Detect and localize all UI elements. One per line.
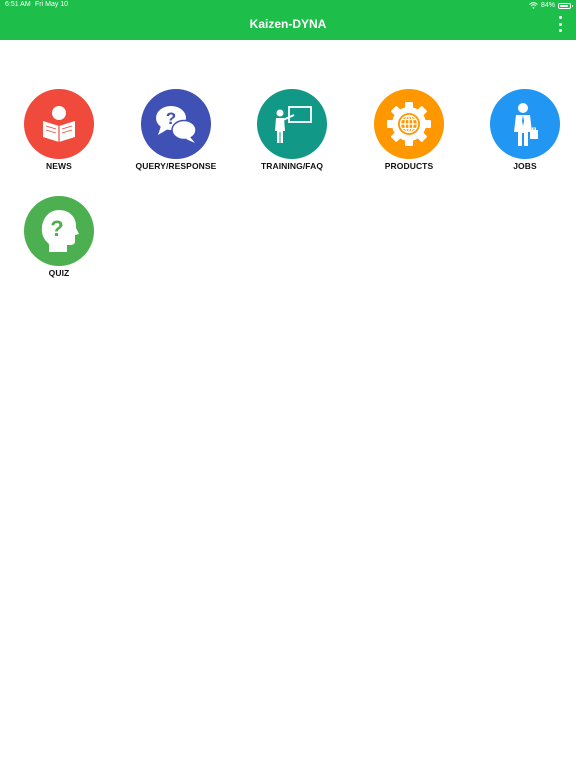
tile-label: NEWS — [46, 161, 72, 171]
status-date: Fri May 10 — [35, 1, 69, 8]
svg-text:?: ? — [166, 109, 176, 128]
reading-person-icon — [43, 106, 75, 142]
quiz-icon-circle: ? — [24, 196, 94, 266]
businessman-icon — [514, 103, 538, 146]
query-icon-circle: ? — [141, 89, 211, 159]
battery-percent: 84% — [540, 2, 555, 9]
tile-label: QUIZ — [48, 268, 70, 278]
jobs-icon-circle — [490, 89, 560, 159]
tile-quiz[interactable]: ? QUIZ — [9, 196, 109, 278]
more-vertical-icon — [558, 16, 562, 19]
more-options-button[interactable] — [556, 16, 564, 32]
battery-fill — [560, 4, 568, 7]
tile-label: JOBS — [513, 161, 537, 171]
tile-label: TRAINING/FAQ — [260, 161, 324, 171]
status-time: 6:51 AM — [5, 1, 31, 8]
battery-icon — [558, 2, 573, 9]
tile-label: QUERY/RESPONSE — [135, 161, 217, 171]
status-indicators: 84% — [529, 1, 573, 10]
svg-text:?: ? — [50, 216, 63, 241]
head-question-icon: ? — [41, 210, 79, 252]
app-title: Kaizen-DYNA — [249, 17, 327, 31]
tile-products[interactable]: PRODUCTS — [359, 89, 459, 171]
products-icon-circle — [374, 89, 444, 159]
tile-jobs[interactable]: JOBS — [475, 89, 575, 171]
tile-query-response[interactable]: ? QUERY/RESPONSE — [126, 89, 226, 171]
gear-globe-icon — [387, 102, 431, 146]
presenter-board-icon — [275, 106, 312, 143]
tile-training-faq[interactable]: TRAINING/FAQ — [242, 89, 342, 171]
app-bar: 6:51 AM Fri May 10 84% Kaizen-DYNA — [0, 0, 576, 40]
training-icon-circle — [257, 89, 327, 159]
tile-news[interactable]: NEWS — [9, 89, 109, 171]
news-icon-circle — [24, 89, 94, 159]
wifi-icon — [529, 2, 538, 9]
speech-bubbles-question-icon: ? — [156, 106, 197, 143]
tile-label: PRODUCTS — [384, 161, 434, 171]
